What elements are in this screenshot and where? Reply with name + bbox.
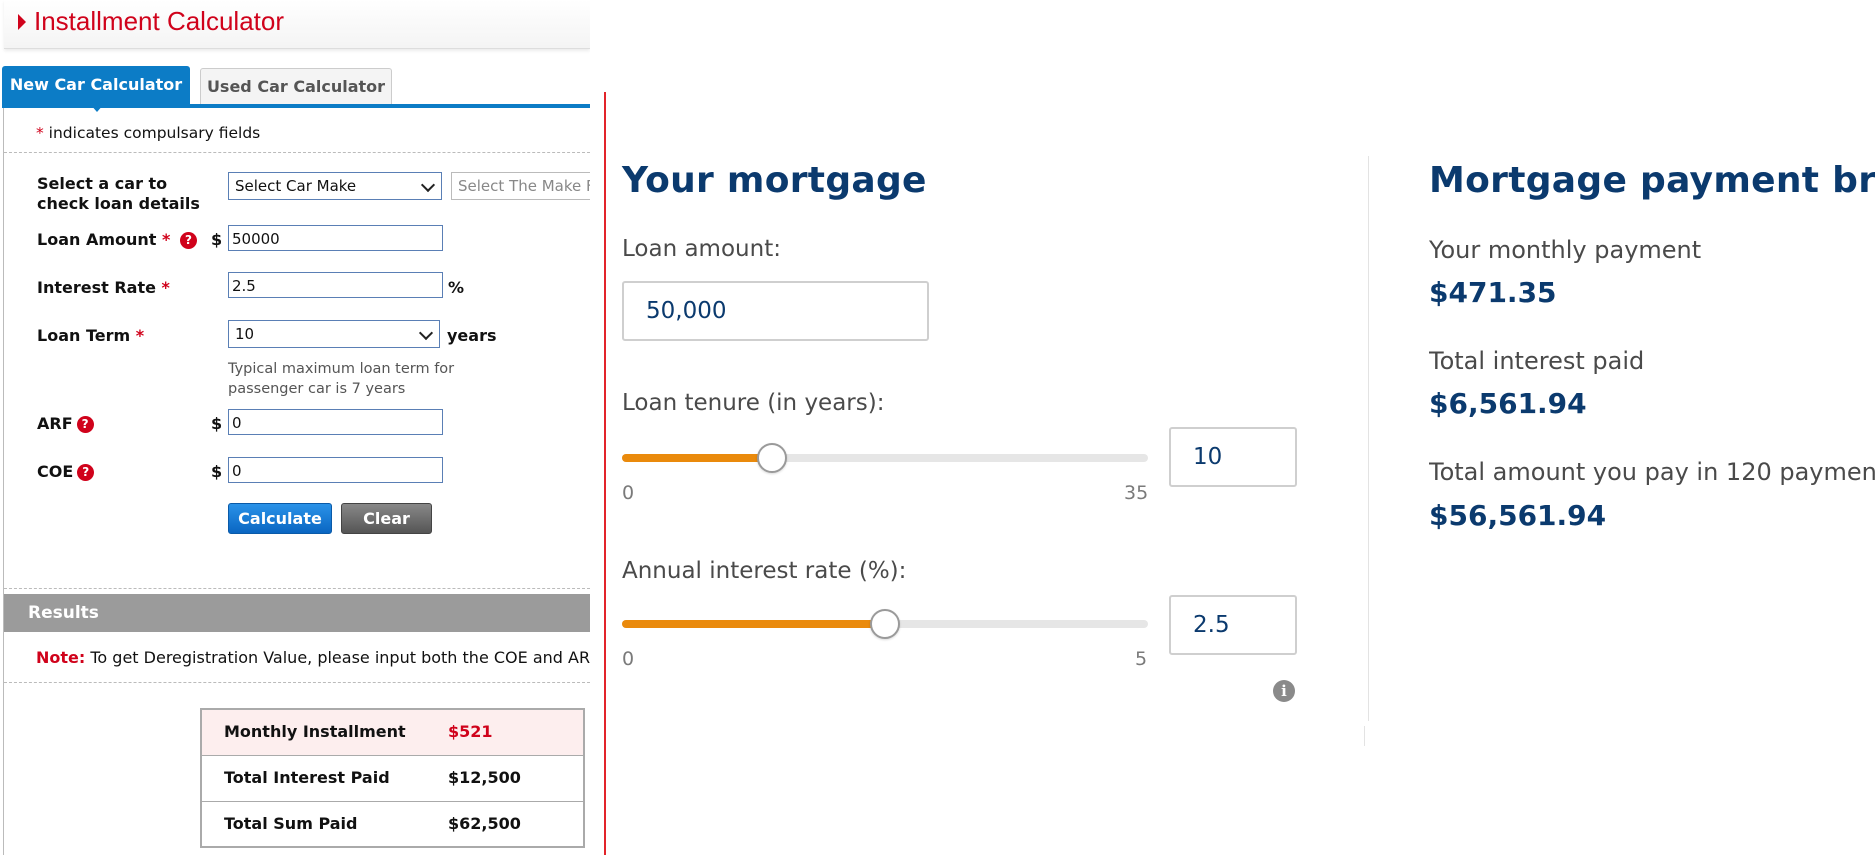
slider-fill (622, 620, 885, 628)
chevron-down-icon (420, 177, 436, 193)
mortgage-title: Your mortgage (622, 160, 927, 201)
loan-amount-label: Loan amount: (622, 236, 781, 262)
currency-symbol: $ (211, 462, 223, 481)
loan-term-select-value: 10 (235, 325, 255, 343)
panel-divider (604, 92, 606, 855)
monthly-payment-value: $471.35 (1429, 276, 1557, 309)
loan-amount-label-text: Loan Amount (37, 230, 157, 249)
result-value: $521 (448, 722, 493, 741)
loan-amount-input[interactable]: 50000 (228, 225, 443, 251)
percent-symbol: % (448, 278, 465, 297)
results-header: Results (4, 594, 590, 632)
clear-button[interactable]: Clear (341, 503, 432, 534)
currency-symbol: $ (211, 414, 223, 433)
help-icon[interactable]: ? (179, 232, 197, 249)
slider-thumb[interactable] (870, 609, 900, 639)
help-icon[interactable]: ? (76, 416, 94, 433)
coe-label: COE? (37, 462, 95, 482)
table-row: Total Interest Paid $12,500 (202, 756, 583, 802)
coe-input[interactable]: 0 (228, 457, 443, 483)
panel-border (3, 108, 4, 855)
slider-thumb[interactable] (757, 443, 788, 473)
result-key: Total Interest Paid (224, 768, 390, 787)
interest-rate-input[interactable]: 2.5 (1169, 595, 1297, 655)
results-table: Monthly Installment $521 Total Interest … (200, 708, 585, 848)
column-divider (1368, 156, 1369, 721)
tab-underline (2, 104, 590, 108)
interest-rate-slider[interactable] (622, 609, 1148, 639)
divider (4, 682, 590, 683)
years-unit: years (447, 326, 497, 345)
required-star: * (161, 278, 170, 297)
caret-right-icon (18, 14, 26, 30)
coe-label-text: COE (37, 462, 74, 481)
results-note: Note: To get Deregistration Value, pleas… (36, 648, 590, 667)
car-make-select-value: Select Car Make (235, 177, 357, 195)
tab-used-car-calculator[interactable]: Used Car Calculator (200, 68, 392, 105)
table-row: Monthly Installment $521 (202, 710, 583, 756)
required-star: * (36, 124, 44, 142)
total-amount-value: $56,561.94 (1429, 499, 1607, 532)
result-value: $62,500 (448, 814, 521, 833)
result-key: Monthly Installment (224, 722, 406, 741)
tab-new-car-calculator[interactable]: New Car Calculator (2, 66, 190, 104)
car-model-select[interactable]: Select The Make First (451, 172, 590, 200)
slider-min-label: 0 (622, 482, 635, 504)
breakdown-title: Mortgage payment breakdown (1429, 160, 1875, 201)
select-car-label: Select a car to check loan details (37, 174, 200, 213)
arf-label: ARF? (37, 414, 94, 434)
currency-symbol: $ (211, 230, 223, 249)
mortgage-loan-amount-input[interactable]: 50,000 (622, 281, 929, 341)
table-row: Total Sum Paid $62,500 (202, 802, 583, 847)
loan-term-label: Loan Term * (37, 326, 144, 346)
note-text: To get Deregistration Value, please inpu… (85, 648, 590, 667)
car-make-select[interactable]: Select Car Make (228, 172, 442, 200)
car-model-select-placeholder: Select The Make First (458, 177, 590, 195)
result-key: Total Sum Paid (224, 814, 358, 833)
required-note-text: indicates compulsary fields (43, 124, 261, 142)
slider-max-label: 35 (1124, 482, 1149, 504)
loan-term-hint: Typical maximum loan term for passenger … (228, 361, 455, 397)
info-icon[interactable]: i (1273, 680, 1295, 702)
result-value: $12,500 (448, 768, 521, 787)
calculate-button[interactable]: Calculate (228, 503, 332, 534)
column-divider (1364, 726, 1365, 746)
interest-rate-input[interactable]: 2.5 (228, 272, 443, 298)
help-icon[interactable]: ? (77, 464, 95, 481)
required-star: * (135, 326, 145, 345)
slider-max-label: 5 (1135, 648, 1148, 670)
required-fields-note: * indicates compulsary fields (36, 124, 260, 142)
chevron-down-icon (418, 325, 434, 341)
interest-rate-label-text: Interest Rate (37, 278, 156, 297)
installment-calculator-panel: Installment Calculator New Car Calculato… (0, 0, 590, 855)
arf-input[interactable]: 0 (228, 409, 443, 435)
interest-rate-label: Interest Rate * (37, 278, 170, 298)
payment-breakdown-panel: Mortgage payment breakdown Your monthly … (1429, 156, 1875, 756)
loan-amount-label: Loan Amount * ? (37, 230, 197, 250)
note-label: Note: (36, 648, 86, 667)
required-star: * (162, 230, 171, 249)
loan-term-select[interactable]: 10 (228, 320, 440, 348)
loan-term-label-text: Loan Term (37, 326, 131, 345)
loan-tenure-label: Loan tenure (in years): (622, 390, 885, 416)
total-interest-label: Total interest paid (1429, 347, 1645, 375)
calculator-title: Installment Calculator (34, 6, 284, 36)
total-interest-value: $6,561.94 (1429, 387, 1587, 420)
loan-tenure-slider[interactable] (622, 443, 1148, 473)
monthly-payment-label: Your monthly payment (1429, 236, 1702, 264)
slider-fill (622, 454, 773, 462)
interest-rate-label: Annual interest rate (%): (622, 558, 907, 584)
arf-label-text: ARF (37, 414, 73, 433)
slider-min-label: 0 (622, 648, 635, 670)
total-amount-label: Total amount you pay in 120 payments (1429, 458, 1875, 486)
loan-tenure-input[interactable]: 10 (1169, 427, 1297, 487)
divider (4, 588, 590, 589)
divider (4, 152, 590, 153)
